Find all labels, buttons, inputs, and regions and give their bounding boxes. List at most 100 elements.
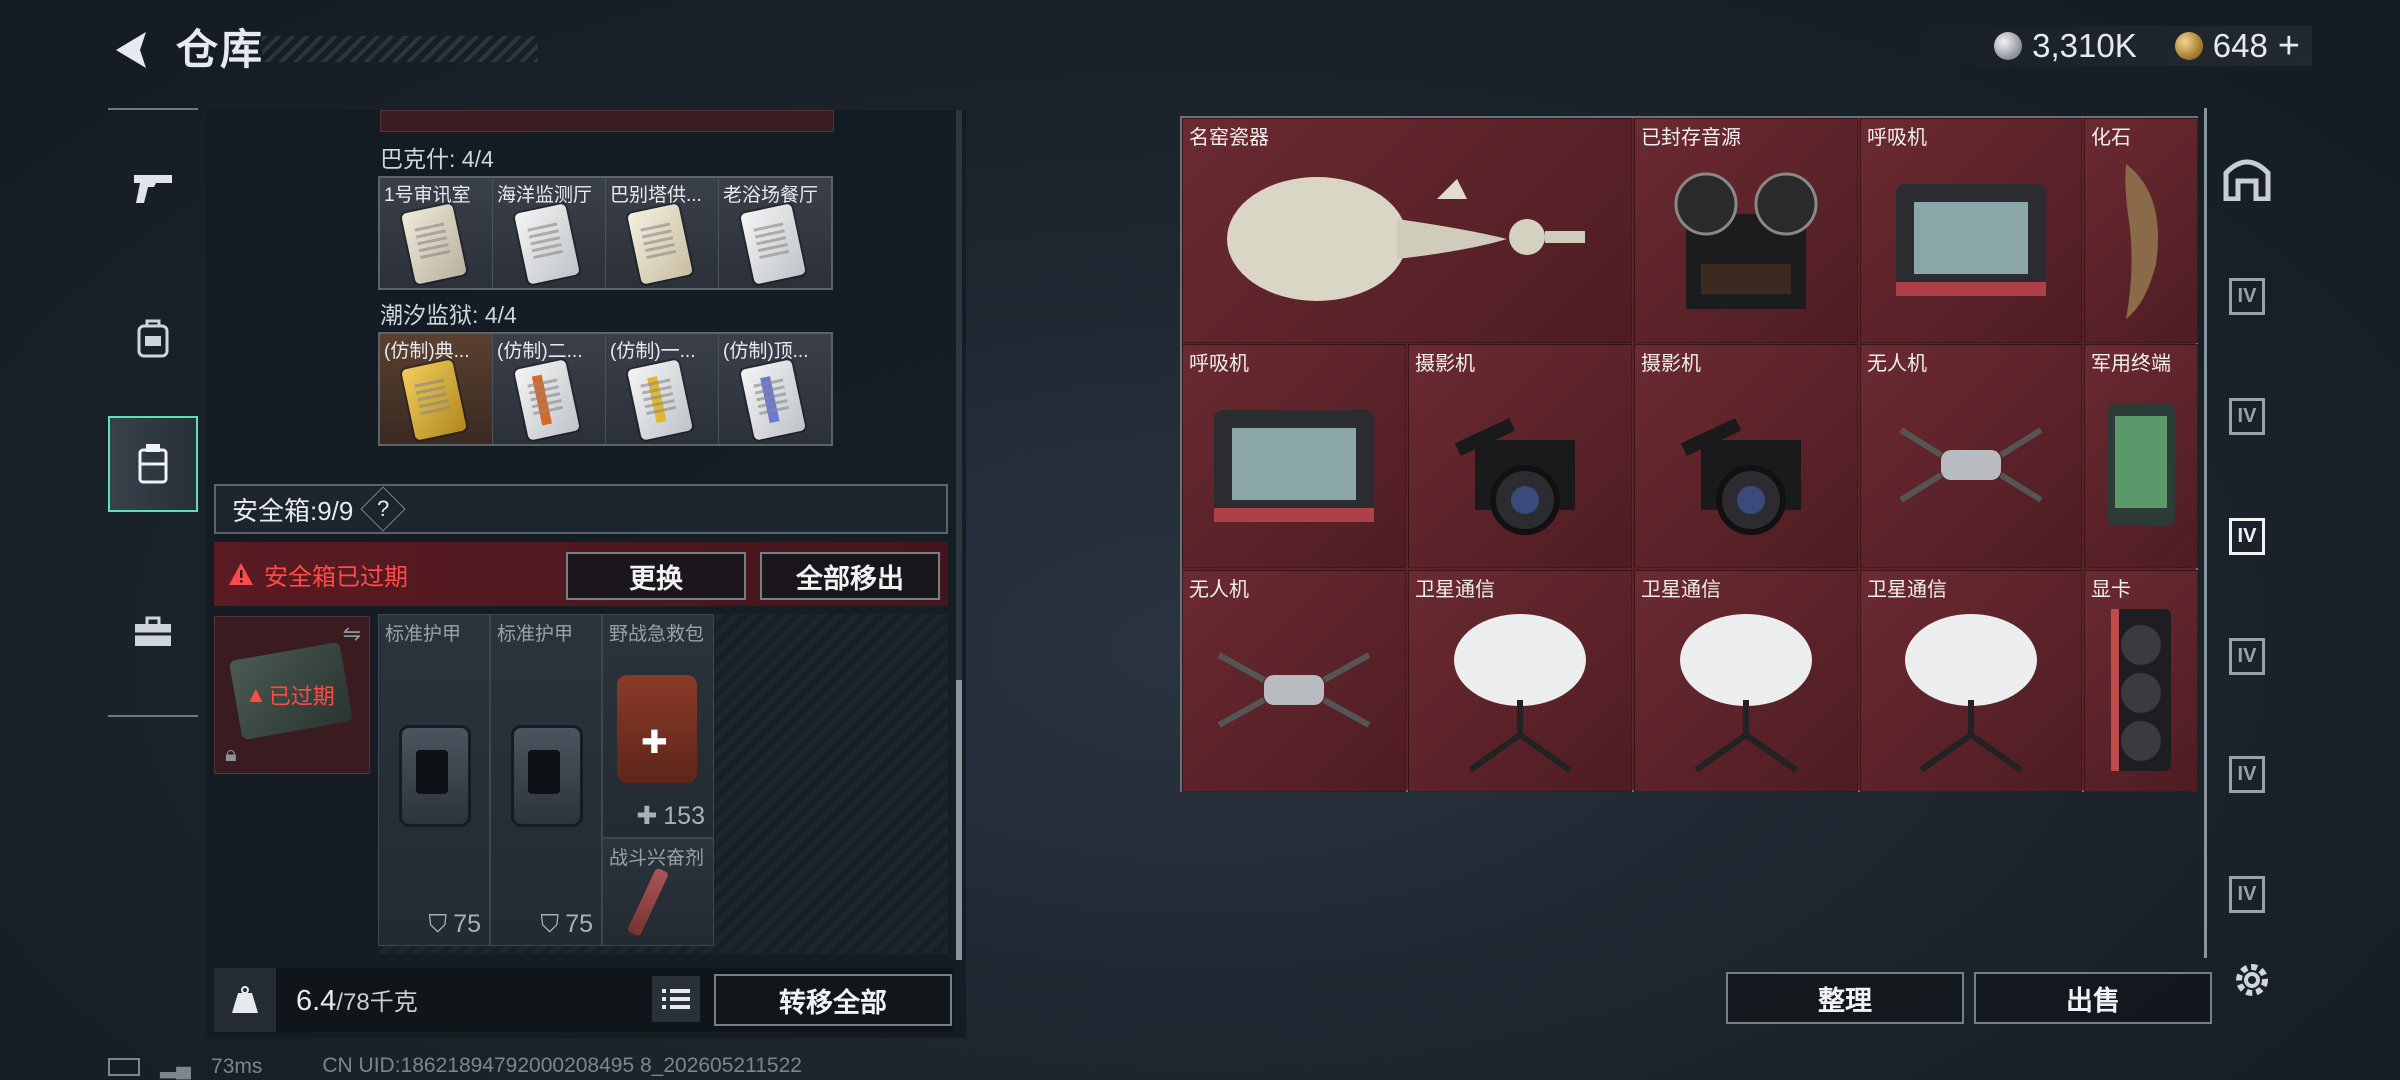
case-iv-icon: IV (2228, 875, 2266, 913)
settings-button[interactable] (2222, 950, 2282, 1010)
stash-item[interactable]: 显卡 (2084, 570, 2198, 792)
keycard-slot[interactable]: 巴别塔供... (606, 178, 719, 288)
keycard-slot[interactable]: (仿制)二... (493, 334, 606, 444)
backpack-icon (137, 319, 169, 358)
keycard-slot[interactable]: (仿制)典... (380, 334, 493, 444)
fossil-claw-icon (2125, 164, 2158, 320)
signal-icon: ▂▄ (160, 1055, 192, 1078)
scrollbar-thumb[interactable] (956, 680, 962, 960)
category-nav (108, 108, 198, 717)
keycard-icon (401, 359, 467, 441)
container-tab-4[interactable]: IV (2217, 626, 2277, 686)
satellite-dish-icon (1905, 613, 2037, 773)
safebox-container-slot[interactable]: ▲ 已过期 ⇋ 🔒︎ (214, 616, 370, 774)
keycard-slot[interactable]: 海洋监测厅 (493, 178, 606, 288)
container-tab-5[interactable]: IV (2217, 744, 2277, 804)
expired-warning-text: 安全箱已过期 (264, 563, 408, 591)
graphics-card-icon (2111, 608, 2171, 771)
nav-backpack[interactable] (108, 290, 198, 386)
move-all-out-button[interactable]: 全部移出 (760, 552, 940, 600)
stash-item[interactable]: 卫星通信 (1408, 570, 1632, 792)
keycard-row: (仿制)典... (仿制)二... (仿制)一... (仿制)顶... (378, 332, 833, 446)
warning-icon (229, 563, 253, 585)
stash-item[interactable]: 无人机 (1860, 344, 2082, 568)
stash-item[interactable]: 卫星通信 (1860, 570, 2082, 792)
armor-icon (511, 725, 583, 827)
stash-panel: 名窑瓷器 已封存音源 呼吸机 化石 呼吸机 摄影机 摄影机 无人机 军用终端 无… (1180, 116, 2200, 796)
stash-item[interactable]: 名窑瓷器 (1182, 118, 1632, 343)
safebox-expired-bar: 安全箱已过期 更换 全部移出 (214, 542, 948, 606)
medkit-icon (617, 675, 697, 783)
ping-value: 73ms (211, 1054, 263, 1078)
camera-icon (1454, 417, 1575, 535)
container-tab-1[interactable]: IV (2217, 266, 2277, 326)
list-view-button[interactable] (652, 976, 700, 1022)
case-iv-icon: IV (2228, 517, 2266, 555)
stash-tab[interactable] (2217, 148, 2277, 208)
sort-button[interactable]: 整理 (1726, 972, 1964, 1024)
stash-item[interactable]: 卫星通信 (1634, 570, 1858, 792)
warehouse-icon (2223, 159, 2271, 201)
list-icon (662, 989, 690, 1009)
keycard-icon (740, 203, 806, 285)
shield-icon: ⛉ (540, 910, 560, 938)
help-button[interactable]: ? (360, 486, 407, 532)
keycard-slot[interactable]: (仿制)顶... (719, 334, 831, 444)
case-iv-icon: IV (2228, 755, 2266, 793)
item-slot[interactable]: 战斗兴奋剂 (602, 838, 714, 946)
container-tab-2[interactable]: IV (2217, 386, 2277, 446)
lock-icon: 🔒︎ (225, 741, 237, 766)
keycard-slot[interactable]: (仿制)一... (606, 334, 719, 444)
sell-button[interactable]: 出售 (1974, 972, 2212, 1024)
pistol-icon (134, 175, 172, 203)
stimulant-icon (626, 867, 670, 937)
container-tab-6[interactable]: IV (2217, 864, 2277, 924)
keycard-icon (401, 203, 467, 285)
stash-item[interactable]: 军用终端 (2084, 344, 2198, 568)
stash-item[interactable]: 摄影机 (1408, 344, 1632, 568)
military-terminal-icon (2107, 403, 2175, 526)
nav-weapons[interactable] (108, 140, 198, 236)
nav-case[interactable] (108, 584, 198, 680)
plus-icon: ✚ (636, 802, 658, 830)
drone-icon (1217, 652, 1371, 728)
stash-item[interactable]: 已封存音源 (1634, 118, 1858, 343)
satellite-dish-icon (1454, 613, 1586, 773)
replace-button[interactable]: 更换 (566, 552, 746, 600)
shield-icon: ⛉ (428, 910, 448, 938)
briefcase-icon (135, 616, 171, 646)
stash-item[interactable]: 呼吸机 (1182, 344, 1406, 568)
gear-icon (2236, 964, 2268, 996)
transfer-all-button[interactable]: 转移全部 (714, 974, 952, 1026)
keycard-row: 1号审讯室 海洋监测厅 巴别塔供... 老浴场餐厅 (378, 176, 833, 290)
silver-coin-icon (1994, 32, 2023, 60)
porcelain-vase-icon (1227, 177, 1585, 302)
uid-text: CN UID:18621894792000208495 8_2026052115… (322, 1054, 802, 1077)
armor-icon (399, 725, 471, 827)
item-slot[interactable]: 标准护甲 ⛉ 75 (378, 614, 490, 946)
item-slot[interactable]: 野战急救包 ✚153 (602, 614, 714, 838)
swap-icon: ⇋ (342, 621, 361, 646)
drone-icon (1899, 427, 2043, 503)
camera-icon (1680, 417, 1801, 535)
stash-item[interactable]: 摄影机 (1634, 344, 1858, 568)
gold-topup-button[interactable]: + (2278, 25, 2300, 68)
back-button[interactable] (100, 22, 160, 78)
safebox-header: 安全箱:9/9 ? (214, 484, 948, 534)
keycard-slot[interactable]: 老浴场餐厅 (719, 178, 831, 288)
stash-item[interactable]: 无人机 (1182, 570, 1406, 792)
page-title: 仓库 (176, 26, 265, 73)
battery-icon (108, 1057, 140, 1076)
safebox-capacity: 安全箱:9/9 (232, 495, 354, 526)
previous-group-tail (380, 110, 834, 132)
container-tab-3-active[interactable]: IV (2217, 506, 2277, 566)
warning-icon: ▲ (245, 682, 267, 707)
stash-item[interactable]: 呼吸机 (1860, 118, 2082, 343)
ventilator-icon (1896, 184, 2046, 297)
nav-vest[interactable] (108, 416, 198, 512)
stash-item[interactable]: 化石 (2084, 118, 2198, 343)
keycard-slot[interactable]: 1号审讯室 (380, 178, 493, 288)
item-slot[interactable]: 标准护甲 ⛉ 75 (490, 614, 602, 946)
keycard-icon (627, 203, 693, 285)
keycard-group-label: 潮汐监狱: 4/4 (380, 302, 517, 328)
